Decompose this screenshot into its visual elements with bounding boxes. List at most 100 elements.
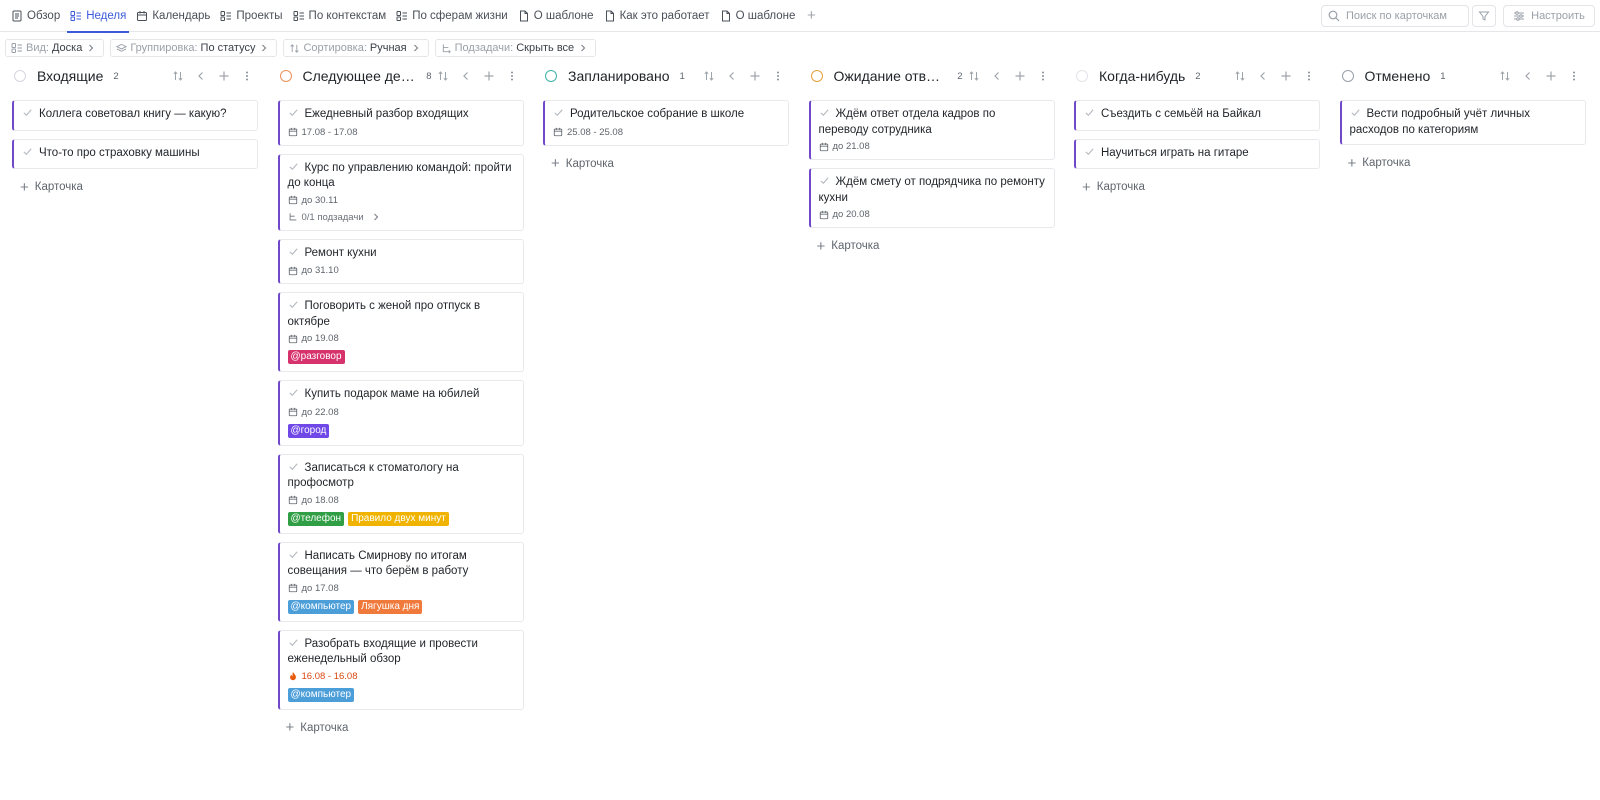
collapse-left-icon[interactable] (986, 68, 1009, 84)
task-card[interactable]: Курс по управлению командой: пройти до к… (277, 153, 524, 231)
add-card-button[interactable]: + Карточка (809, 236, 1055, 256)
tab-6[interactable]: О шаблоне (513, 0, 599, 32)
add-card-button[interactable]: + Карточка (278, 718, 524, 738)
add-card-button[interactable]: + Карточка (1074, 177, 1320, 197)
more-icon[interactable] (235, 68, 258, 84)
add-icon[interactable] (1540, 68, 1563, 84)
more-icon[interactable] (1297, 68, 1320, 84)
task-card[interactable]: Ремонт кухни до 31.10 (277, 238, 524, 284)
task-card[interactable]: Записаться к стоматологу на профосмотр до… (277, 453, 524, 534)
tag-badge: Правило двух минут (348, 511, 449, 526)
card-date-text: до 19.08 (301, 333, 339, 344)
add-icon[interactable] (1274, 68, 1297, 84)
filter-icon (1478, 11, 1490, 21)
task-card[interactable]: Ежедневный разбор входящих 17.08 - 17.08 (277, 100, 524, 146)
task-card[interactable]: Научиться играть на гитаре (1074, 138, 1320, 169)
more-icon[interactable] (1563, 68, 1586, 84)
collapse-left-icon[interactable] (189, 68, 212, 84)
add-card-button[interactable]: + Карточка (543, 154, 789, 174)
card-date-text: до 21.08 (832, 141, 870, 152)
filter-button[interactable] (1472, 5, 1496, 27)
task-card[interactable]: Купить подарок маме на юбилей до 22.08 @го… (277, 380, 524, 446)
add-tab-button[interactable]: + (800, 0, 822, 32)
collapse-left-icon[interactable] (720, 68, 743, 84)
view-option-chip[interactable]: Подзадачи: Скрыть все (434, 39, 597, 57)
check-icon[interactable] (288, 299, 299, 315)
more-icon[interactable] (1032, 68, 1055, 84)
task-card[interactable]: Съездить с семьёй на Байкал (1074, 100, 1320, 131)
task-card[interactable]: Разобрать входящие и провести еженедельн… (277, 629, 524, 710)
plus-icon: + (816, 237, 826, 255)
column: Когда-нибудь 2 Съездить с семьёй на Байкал… (1074, 62, 1320, 738)
check-icon[interactable] (1084, 107, 1095, 123)
column-actions (697, 68, 789, 84)
tab-0[interactable]: Обзор (6, 0, 65, 32)
tab-3[interactable]: Проекты (215, 0, 287, 32)
collapse-left-icon[interactable] (1517, 68, 1540, 84)
add-card-button[interactable]: + Карточка (1340, 153, 1586, 173)
tab-5[interactable]: По сферам жизни (391, 0, 513, 32)
check-icon[interactable] (819, 107, 830, 123)
sort-icon[interactable] (963, 68, 986, 84)
more-icon[interactable] (766, 68, 789, 84)
check-icon[interactable] (288, 246, 299, 262)
add-icon[interactable] (478, 68, 501, 84)
task-card[interactable]: Вести подробный учёт личных расходов по … (1339, 100, 1586, 145)
chip-value: По статусу (200, 42, 256, 54)
check-icon[interactable] (288, 387, 299, 403)
check-icon[interactable] (1350, 107, 1361, 123)
tab-1[interactable]: Неделя (65, 0, 131, 33)
tab-4[interactable]: По контекстам (288, 0, 392, 32)
chip-value: Ручная (369, 42, 407, 54)
search-box[interactable]: Поиск по карточкам (1321, 5, 1469, 27)
more-icon[interactable] (501, 68, 524, 84)
card-title-text: Написать Смирнову по итогам совещания — … (287, 549, 469, 578)
check-icon[interactable] (288, 161, 299, 177)
check-icon[interactable] (819, 175, 830, 191)
tab-label: Календарь (152, 9, 211, 22)
card-title: Записаться к стоматологу на профосмотр (288, 461, 516, 491)
check-icon[interactable] (1084, 146, 1095, 162)
tab-2[interactable]: Календарь (131, 0, 215, 32)
check-icon[interactable] (288, 637, 299, 653)
add-icon[interactable] (212, 68, 235, 84)
add-card-button[interactable]: + Карточка (12, 177, 258, 197)
status-circle-icon (14, 70, 26, 82)
card-title: Коллега советовал книгу — какую? (22, 107, 250, 123)
tag-badge: @город (287, 423, 330, 438)
column-header: Отменено 1 (1340, 62, 1586, 90)
search-input[interactable]: Поиск по карточкам (1346, 10, 1447, 22)
check-icon[interactable] (22, 107, 33, 123)
check-icon[interactable] (553, 107, 564, 123)
plus-icon: + (285, 719, 295, 736)
task-card[interactable]: Написать Смирнову по итогам совещания — … (277, 541, 524, 622)
card-title: Ежедневный разбор входящих (288, 107, 516, 123)
task-card[interactable]: Поговорить с женой про отпуск в октябре д… (277, 292, 524, 372)
view-option-chip[interactable]: Сортировка: Ручная (283, 39, 429, 57)
task-card[interactable]: Родительское собрание в школе 25.08 - 25.… (543, 100, 789, 146)
task-card[interactable]: Ждём ответ отдела кадров по переводу сот… (808, 100, 1055, 160)
setup-button[interactable]: Настроить (1503, 5, 1595, 27)
view-option-chip[interactable]: Вид: Доска (5, 39, 105, 57)
check-icon[interactable] (288, 461, 299, 477)
task-card[interactable]: Коллега советовал книгу — какую? (12, 100, 258, 131)
sort-icon[interactable] (166, 68, 189, 84)
tab-7[interactable]: Как это работает (599, 0, 715, 32)
sort-icon[interactable] (1228, 68, 1251, 84)
sort-icon[interactable] (432, 68, 455, 84)
tab-8[interactable]: О шаблоне (715, 0, 801, 32)
task-card[interactable]: Ждём смету от подрядчика по ремонту кухн… (808, 168, 1055, 228)
plus-icon: + (20, 178, 29, 196)
check-icon[interactable] (288, 107, 299, 123)
task-card[interactable]: Что-то про страховку машины (12, 138, 258, 169)
add-icon[interactable] (743, 68, 766, 84)
view-option-chip[interactable]: Группировка: По статусу (110, 39, 278, 57)
sort-icon[interactable] (697, 68, 720, 84)
check-icon[interactable] (288, 549, 299, 565)
sort-icon[interactable] (1494, 68, 1517, 84)
subtasks-toggle[interactable]: 0/1 подзадачи (288, 212, 516, 223)
collapse-left-icon[interactable] (455, 68, 478, 84)
add-icon[interactable] (1009, 68, 1032, 84)
check-icon[interactable] (22, 146, 33, 162)
collapse-left-icon[interactable] (1251, 68, 1274, 84)
